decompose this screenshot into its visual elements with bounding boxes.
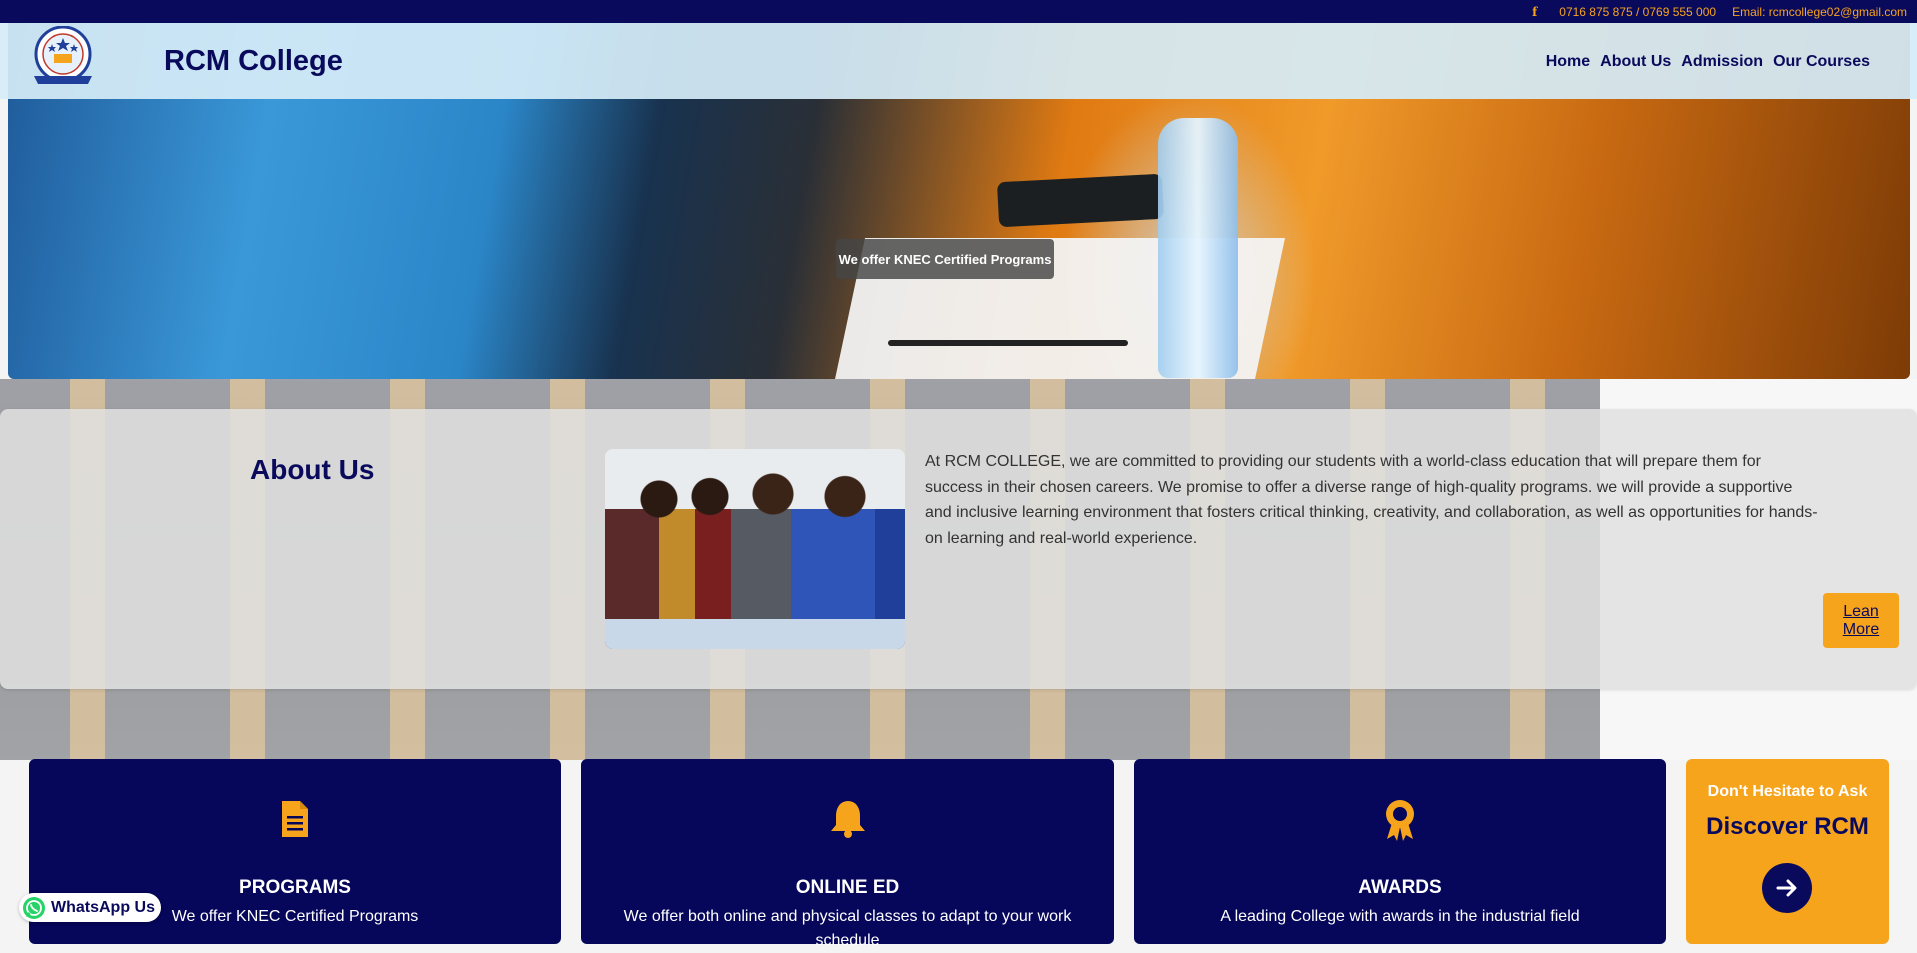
document-icon bbox=[282, 801, 308, 837]
top-contact-bar: f 0716 875 875 / 0769 555 000 Email: rcm… bbox=[0, 0, 1917, 23]
phone-number: 0716 875 875 / 0769 555 000 bbox=[1559, 4, 1717, 19]
card-online-ed-title: ONLINE ED bbox=[795, 877, 900, 898]
about-text: At RCM COLLEGE, we are committed to prov… bbox=[925, 453, 1818, 547]
whatsapp-icon bbox=[23, 896, 45, 919]
main-nav: Home About Us Admission Our Courses bbox=[1546, 53, 1870, 71]
learn-more-line1: Lean bbox=[1843, 602, 1879, 620]
site-header: RCM College Home About Us Admission Our … bbox=[0, 23, 1917, 99]
card-awards-desc: A leading College with awards in the ind… bbox=[1220, 908, 1580, 925]
about-photo bbox=[605, 449, 905, 649]
learn-more-button[interactable]: Lean More bbox=[1823, 593, 1899, 648]
nav-our-courses[interactable]: Our Courses bbox=[1773, 53, 1870, 71]
learn-more-line2: More bbox=[1842, 620, 1880, 638]
nav-home[interactable]: Home bbox=[1546, 53, 1590, 71]
cta-discover: Discover RCM bbox=[1706, 813, 1869, 840]
arrow-right-icon[interactable] bbox=[1762, 863, 1812, 913]
hero-phone-shape bbox=[996, 173, 1165, 228]
card-online-ed-desc: We offer both online and physical classe… bbox=[623, 908, 1072, 949]
award-icon bbox=[1386, 800, 1414, 841]
college-logo[interactable] bbox=[30, 26, 96, 88]
card-awards-title: AWARDS bbox=[1358, 877, 1442, 898]
cta-ask: Don't Hesitate to Ask bbox=[1707, 783, 1868, 800]
nav-admission[interactable]: Admission bbox=[1681, 53, 1763, 71]
cta-card[interactable]: Don't Hesitate to Ask Discover RCM bbox=[1686, 759, 1889, 944]
about-section: About Us At RCM COLLEGE, we are committe… bbox=[0, 409, 1917, 689]
about-title: About Us bbox=[250, 454, 375, 485]
nav-about-us[interactable]: About Us bbox=[1600, 53, 1671, 71]
bell-icon bbox=[830, 801, 865, 838]
card-awards[interactable]: AWARDS A leading College with awards in … bbox=[1134, 759, 1666, 944]
whatsapp-button[interactable]: WhatsApp Us bbox=[19, 893, 161, 922]
hero-bottle-shape bbox=[1158, 118, 1238, 378]
brand-name[interactable]: RCM College bbox=[164, 45, 343, 78]
hero-caption: We offer KNEC Certified Programs bbox=[836, 239, 1054, 279]
card-online-ed[interactable]: ONLINE ED We offer both online and physi… bbox=[581, 759, 1114, 949]
hero-pen-shape bbox=[888, 340, 1128, 346]
whatsapp-label: WhatsApp Us bbox=[51, 898, 155, 916]
facebook-icon[interactable]: f bbox=[1532, 5, 1537, 19]
email-address[interactable]: Email: rcmcollege02@gmail.com bbox=[1732, 5, 1907, 19]
